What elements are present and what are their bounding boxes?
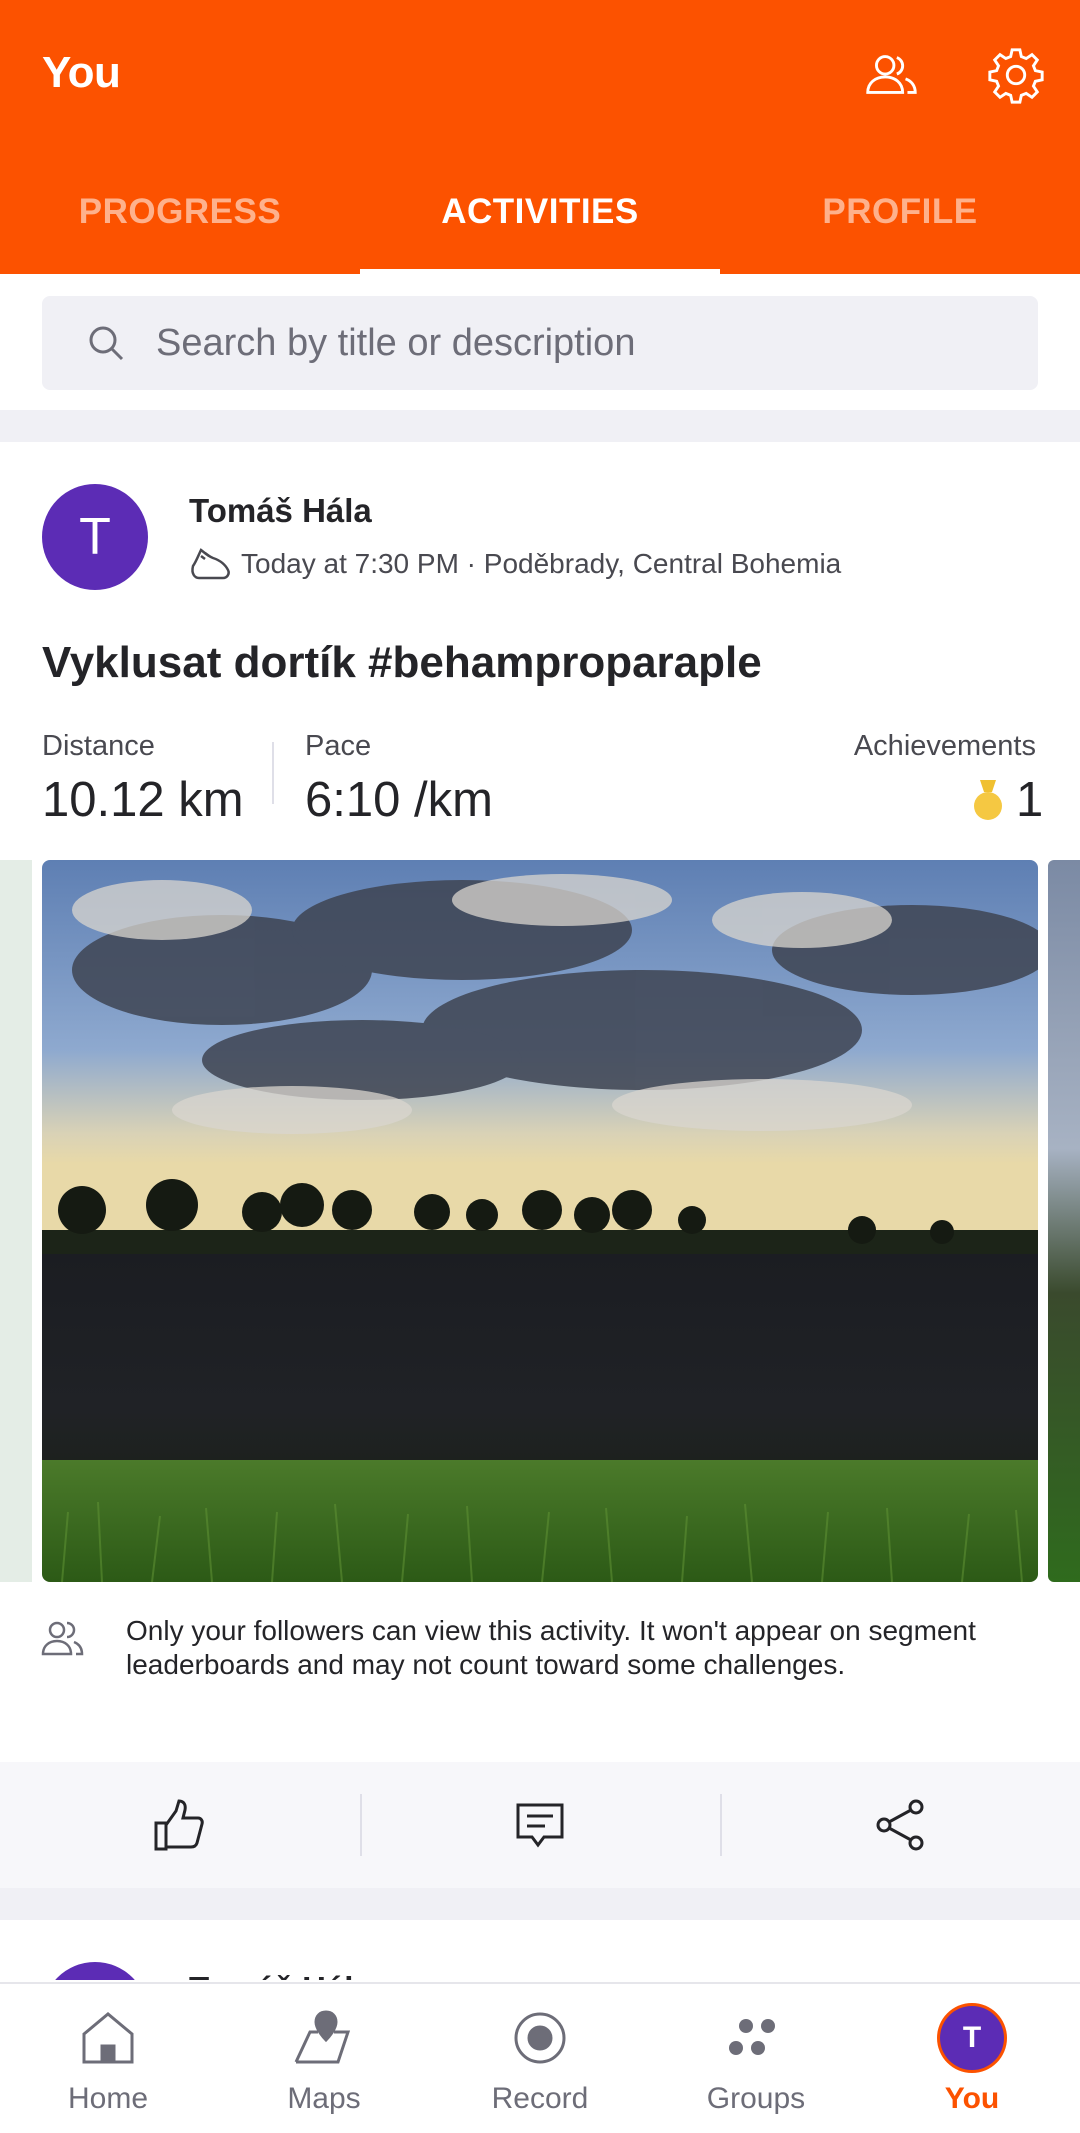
privacy-text: Only your followers can view this activi…	[126, 1615, 976, 1680]
section-divider	[0, 1888, 1080, 1920]
activity-meta-text: Today at 7:30 PM · Poděbrady, Central Bo…	[241, 548, 842, 579]
search-box[interactable]	[42, 296, 1038, 390]
avatar: T	[940, 2006, 1004, 2070]
page-title: You	[42, 48, 121, 97]
kudos-button[interactable]	[0, 1762, 360, 1888]
tab-progress[interactable]: PROGRESS	[0, 176, 360, 274]
comment-icon	[516, 1803, 564, 1848]
athlete-name[interactable]: Tomáš Hála	[189, 1970, 372, 1980]
home-icon	[82, 2012, 134, 2064]
next-photo-peek[interactable]	[1048, 860, 1080, 1582]
followers-icon	[41, 1621, 84, 1656]
activity-photo[interactable]	[42, 860, 1038, 1582]
next-activity-card[interactable]: Tomáš Hála	[0, 1920, 1080, 1980]
activity-actions	[0, 1762, 1080, 1888]
kudos-thumbs-up-icon	[154, 1799, 204, 1851]
section-divider	[0, 410, 1080, 442]
search-icon	[89, 326, 124, 361]
groups-icon	[729, 2019, 775, 2055]
nav-maps[interactable]: Maps	[216, 1984, 432, 2133]
top-tabs: PROGRESS ACTIVITIES PROFILE	[0, 176, 1080, 274]
nav-label: Maps	[287, 2082, 361, 2115]
tab-profile[interactable]: PROFILE	[720, 176, 1080, 274]
nav-label: Groups	[706, 2082, 806, 2115]
search-area	[0, 274, 1080, 410]
maps-icon	[294, 2010, 351, 2064]
activity-title[interactable]: Vyklusat dortík #behamproparaple	[42, 638, 762, 688]
nav-label: Record	[491, 2082, 589, 2115]
tab-activities[interactable]: ACTIVITIES	[360, 176, 720, 274]
share-button[interactable]	[720, 1762, 1080, 1888]
stat-divider	[272, 742, 274, 804]
achievements-label: Achievements	[853, 730, 1036, 762]
nav-label: Home	[67, 2082, 149, 2115]
search-input[interactable]	[156, 321, 956, 365]
distance-value: 10.12 km	[42, 773, 244, 827]
avatar[interactable]: T	[42, 484, 148, 590]
athlete-name[interactable]: Tomáš Hála	[189, 492, 372, 530]
pace-value: 6:10 /km	[305, 773, 493, 827]
nav-you[interactable]: T You	[864, 1984, 1080, 2133]
nav-record[interactable]: Record	[432, 1984, 648, 2133]
settings-gear-icon[interactable]	[981, 40, 1051, 110]
activity-meta: Today at 7:30 PM · Poděbrady, Central Bo…	[189, 546, 841, 582]
share-icon	[876, 1799, 924, 1851]
previous-photo-peek[interactable]	[0, 860, 32, 1582]
pace-label: Pace	[305, 730, 372, 762]
photo-carousel[interactable]	[0, 860, 1080, 1582]
app-header: You PROGRESS ACTIVITIES PROFILE	[0, 0, 1080, 274]
nav-label: You	[944, 2082, 1000, 2115]
bottom-navigation: Home Maps Record Groups T You	[0, 1982, 1080, 2133]
comment-button[interactable]	[360, 1762, 720, 1888]
achievements-value: 1	[1016, 773, 1044, 827]
medal-icon	[974, 780, 1002, 820]
friends-icon[interactable]	[856, 40, 926, 110]
nav-home[interactable]: Home	[0, 1984, 216, 2133]
record-icon	[514, 2012, 566, 2064]
nav-groups[interactable]: Groups	[648, 1984, 864, 2133]
avatar[interactable]	[42, 1962, 148, 1980]
distance-label: Distance	[42, 730, 155, 762]
run-shoe-icon	[191, 548, 230, 580]
